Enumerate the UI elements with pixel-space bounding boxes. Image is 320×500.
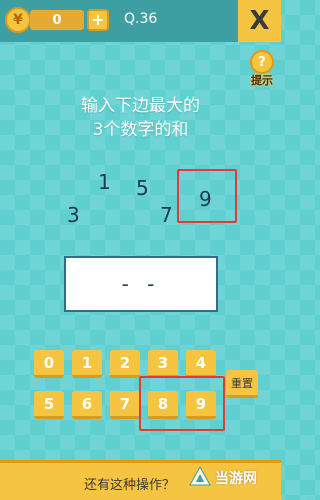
number-9-highlight [177, 169, 237, 223]
number-1: 1 [98, 170, 111, 194]
add-coins-button[interactable]: + [87, 9, 109, 31]
key-1[interactable]: 1 [72, 350, 102, 378]
question-text: 输入下边最大的 3个数字的和 [0, 94, 281, 142]
answer-text: - - [121, 272, 161, 296]
keys-highlight [139, 376, 225, 431]
key-4[interactable]: 4 [186, 350, 216, 378]
top-bar: ¥ 0 + Q.36 X [0, 0, 281, 42]
coin-icon: ¥ [5, 7, 31, 33]
key-7[interactable]: 7 [110, 391, 140, 419]
number-7: 7 [160, 203, 173, 227]
key-2[interactable]: 2 [110, 350, 140, 378]
watermark-text: 当游网 [215, 471, 257, 487]
coin-count: 0 [30, 10, 84, 30]
hint-button[interactable]: ? 提示 [246, 50, 278, 87]
number-5: 5 [136, 176, 149, 200]
close-button[interactable]: X [238, 0, 281, 42]
level-label: Q.36 [124, 11, 158, 27]
question-line-2: 3个数字的和 [92, 120, 189, 140]
number-3: 3 [67, 203, 80, 227]
lightbulb-icon: ? [250, 50, 274, 74]
reset-button[interactable]: 重置 [226, 370, 258, 398]
key-0[interactable]: 0 [34, 350, 64, 378]
question-line-1: 输入下边最大的 [81, 96, 200, 116]
key-3[interactable]: 3 [148, 350, 178, 378]
footer-tip: 还有这种操作？ [84, 478, 176, 493]
answer-display: - - [64, 256, 218, 312]
key-5[interactable]: 5 [34, 391, 64, 419]
key-6[interactable]: 6 [72, 391, 102, 419]
hint-label: 提示 [251, 74, 273, 87]
close-icon: X [249, 6, 270, 36]
watermark-logo-icon [189, 465, 211, 486]
